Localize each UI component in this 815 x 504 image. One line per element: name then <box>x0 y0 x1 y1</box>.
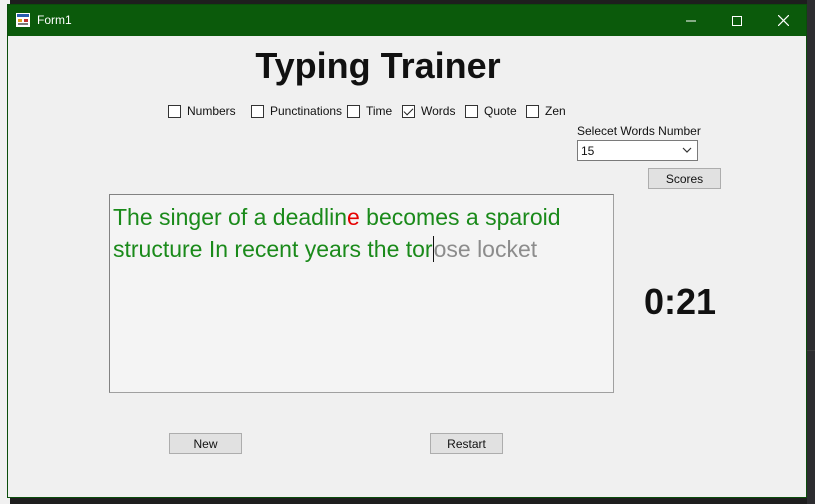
punctinations-checkbox[interactable] <box>251 104 264 118</box>
typing-line-1: The singer of a deadline becomes a sparo… <box>113 201 610 233</box>
punctinations-label: Punctinations <box>270 104 343 118</box>
zen-label: Zen <box>545 104 566 118</box>
time-checkbox[interactable] <box>347 104 360 118</box>
option-zen[interactable]: Zen <box>526 104 566 118</box>
option-numbers[interactable]: Numbers <box>168 104 236 118</box>
chevron-down-icon <box>682 147 692 153</box>
words-label: Words <box>421 104 456 118</box>
new-button[interactable]: New <box>169 433 242 454</box>
typed-correct-text-2: becomes a sparoid <box>359 204 561 230</box>
words-number-label: Selecet Words Number <box>577 124 701 138</box>
close-icon <box>777 15 789 26</box>
minimize-icon <box>686 20 696 21</box>
option-quote[interactable]: Quote <box>465 104 517 118</box>
background-divider <box>807 350 815 351</box>
numbers-checkbox[interactable] <box>168 104 181 118</box>
app-heading: Typing Trainer <box>255 45 501 86</box>
words-number-select[interactable]: 15 <box>577 140 698 161</box>
pending-text: ose locket <box>433 236 538 262</box>
maximize-button[interactable] <box>714 5 760 36</box>
maximize-icon <box>732 15 742 26</box>
typed-correct-text-3: structure In recent years the tor <box>113 236 433 262</box>
form-window: Form1 Typing Trainer Numbers Punctinatio… <box>7 4 807 498</box>
option-time[interactable]: Time <box>347 104 392 118</box>
window-title: Form1 <box>37 13 72 27</box>
restart-button[interactable]: Restart <box>430 433 503 454</box>
words-checkbox[interactable] <box>402 104 415 118</box>
typed-error-char: e <box>347 204 360 230</box>
title-bar: Form1 <box>8 5 806 36</box>
zen-checkbox[interactable] <box>526 104 539 118</box>
background-editor-strip <box>807 0 815 504</box>
typed-correct-text: The singer of a deadlin <box>113 204 347 230</box>
quote-label: Quote <box>484 104 517 118</box>
typing-textbox[interactable]: The singer of a deadline becomes a sparo… <box>109 194 614 393</box>
quote-checkbox[interactable] <box>465 104 478 118</box>
timer-display: 0:21 <box>644 281 717 322</box>
words-number-value: 15 <box>581 144 595 158</box>
time-label: Time <box>366 104 393 118</box>
numbers-label: Numbers <box>187 104 236 118</box>
option-punctinations[interactable]: Punctinations <box>251 104 342 118</box>
option-words[interactable]: Words <box>402 104 455 118</box>
minimize-button[interactable] <box>668 5 714 36</box>
typing-line-2: structure In recent years the torose loc… <box>113 233 610 265</box>
scores-button[interactable]: Scores <box>648 168 721 189</box>
close-button[interactable] <box>760 5 806 36</box>
form-app-icon <box>16 13 30 27</box>
